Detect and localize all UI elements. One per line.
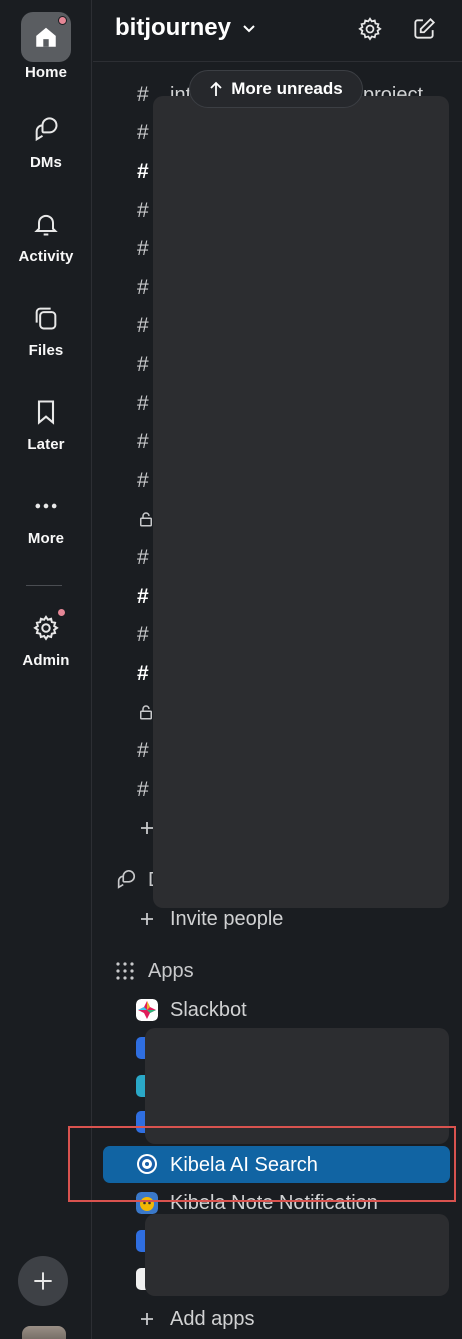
chevron-down-icon[interactable] — [241, 20, 257, 36]
arrow-up-icon — [210, 81, 222, 96]
add-apps-row[interactable]: Add apps — [93, 1300, 462, 1338]
app-row-slackbot[interactable]: Slackbot — [93, 991, 462, 1029]
workspace-name[interactable]: bitjourney — [115, 14, 231, 42]
rail-label-admin: Admin — [22, 652, 70, 669]
plus-icon — [34, 1272, 52, 1290]
rail-divider — [26, 585, 62, 586]
rail-home[interactable]: Home — [0, 12, 92, 81]
channel-sidebar: bitjourney # info # int project # # # # … — [93, 0, 462, 1339]
user-avatar[interactable] — [22, 1326, 66, 1339]
compose-button[interactable] — [409, 14, 439, 44]
add-workspace-button[interactable] — [18, 1256, 68, 1306]
home-notification-dot — [58, 16, 67, 25]
redacted-app-list — [145, 1028, 449, 1144]
compose-icon — [414, 17, 436, 39]
rail-files[interactable]: Files — [0, 300, 92, 359]
workspace-rail: Home DMs Activity Files Later More Admin — [0, 0, 92, 1339]
bookmark-icon — [37, 400, 55, 425]
rail-later[interactable]: Later — [0, 394, 92, 453]
add-apps-label: Add apps — [170, 1307, 255, 1330]
files-icon — [35, 307, 57, 330]
rail-label-later: Later — [27, 436, 65, 453]
rail-label-activity: Activity — [18, 248, 74, 265]
rail-more[interactable]: More — [0, 488, 92, 547]
apps-grid-icon — [116, 962, 134, 980]
more-icon — [35, 503, 57, 509]
home-icon — [36, 27, 56, 47]
kibela-icon — [137, 1154, 157, 1174]
redacted-app-list-lower — [145, 1214, 449, 1296]
rail-activity[interactable]: Activity — [0, 206, 92, 265]
kibela-note-icon — [136, 1192, 158, 1214]
rail-label-home: Home — [24, 64, 68, 81]
redacted-channel-list — [153, 96, 449, 908]
app-name: Kibela Note Notification — [170, 1191, 378, 1214]
apps-section-header[interactable]: Apps — [93, 952, 462, 990]
rail-admin[interactable]: Admin — [0, 608, 92, 669]
slackbot-icon — [136, 999, 158, 1021]
workspace-settings-button[interactable] — [355, 14, 385, 44]
dms-icon — [35, 117, 58, 142]
more-unreads-label: More unreads — [231, 79, 343, 98]
admin-notification-dot — [57, 608, 66, 617]
more-unreads-button[interactable]: More unreads — [189, 70, 363, 108]
app-name: Slackbot — [170, 998, 247, 1021]
rail-dms[interactable]: DMs — [0, 112, 92, 171]
apps-section-label: Apps — [148, 959, 194, 982]
settings-icon — [358, 17, 382, 41]
gear-icon — [33, 615, 59, 641]
app-name: Kibela AI Search — [170, 1153, 318, 1176]
workspace-header: bitjourney — [93, 0, 462, 62]
bell-icon — [34, 214, 58, 236]
dms-icon — [117, 870, 136, 889]
plus-icon — [141, 913, 153, 925]
rail-label-dms: DMs — [30, 154, 62, 171]
app-row-kibela-ai-search[interactable]: Kibela AI Search — [93, 1146, 462, 1184]
home-button[interactable] — [21, 12, 71, 62]
rail-label-more: More — [27, 530, 65, 547]
rail-label-files: Files — [28, 342, 64, 359]
plus-icon — [141, 1313, 153, 1325]
invite-people-label: Invite people — [170, 907, 284, 930]
